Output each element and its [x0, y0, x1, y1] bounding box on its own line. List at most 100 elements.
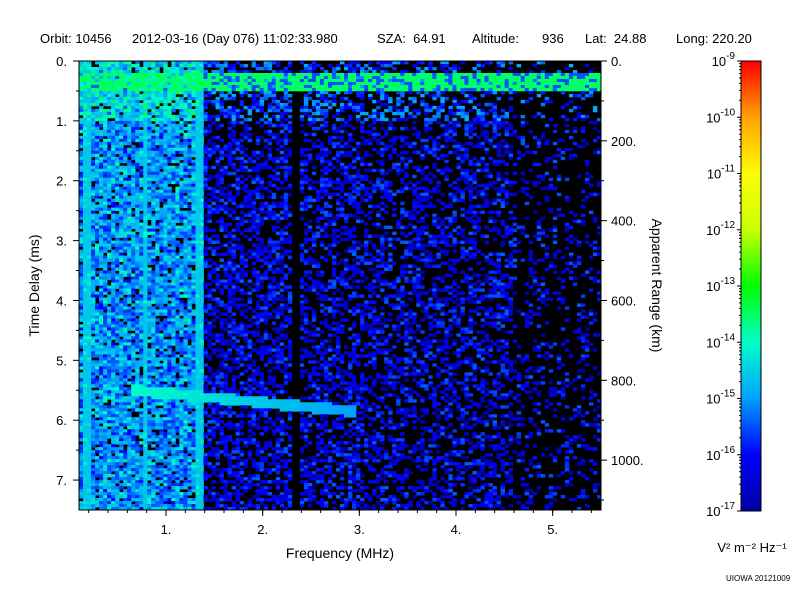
heatmap-cell: [107, 228, 112, 233]
heatmap-cell: [171, 261, 176, 265]
heatmap-cell: [175, 180, 180, 185]
heatmap-cell: [187, 261, 192, 265]
heatmap-cell: [83, 387, 88, 391]
heatmap-cell: [143, 387, 148, 391]
heatmap-cell: [143, 363, 148, 367]
heatmap-cell: [155, 336, 160, 340]
heatmap-cell: [215, 300, 220, 304]
heatmap-cell: [159, 408, 164, 412]
heatmap-cell: [151, 342, 156, 346]
heatmap-cell: [167, 216, 172, 221]
heatmap-cell: [119, 444, 124, 448]
heatmap-cell: [155, 402, 160, 406]
heatmap-cell: [199, 261, 204, 265]
heatmap-cell: [99, 285, 104, 289]
heatmap-cell: [147, 270, 152, 274]
heatmap-cell: [107, 468, 112, 472]
heatmap-cell: [87, 252, 92, 256]
heatmap-cell: [99, 93, 104, 98]
heatmap-cell: [215, 417, 220, 421]
heatmap-cell: [195, 201, 200, 206]
heatmap-cell: [79, 138, 84, 143]
heatmap-cell: [111, 396, 116, 400]
heatmap-cell: [227, 324, 232, 328]
heatmap-cell: [103, 237, 108, 241]
heatmap-cell: [231, 321, 236, 325]
heatmap-cell: [131, 114, 136, 119]
heatmap-cell: [179, 201, 184, 206]
heatmap-cell: [95, 342, 100, 346]
heatmap-cell: [175, 483, 180, 487]
heatmap-cell: [175, 204, 180, 209]
heatmap-cell: [191, 441, 196, 445]
heatmap-cell: [195, 363, 200, 367]
heatmap-cell: [111, 222, 116, 227]
heatmap-cell: [155, 285, 160, 289]
heatmap-cell: [131, 216, 136, 221]
heatmap-cell: [215, 309, 220, 313]
heatmap-cell: [111, 276, 116, 280]
heatmap-cell: [95, 336, 100, 340]
heatmap-cell: [115, 255, 120, 259]
heatmap-cell: [151, 258, 156, 262]
heatmap-cell: [199, 183, 204, 188]
heatmap-cell: [175, 276, 180, 280]
heatmap-cell: [139, 198, 144, 203]
heatmap-cell: [187, 90, 192, 95]
heatmap-cell: [147, 81, 152, 86]
heatmap-cell: [159, 90, 164, 95]
heatmap-cell: [159, 432, 164, 436]
heatmap-cell: [103, 108, 108, 113]
heatmap-cell: [83, 438, 88, 442]
heatmap-cell: [83, 285, 88, 289]
heatmap-cell: [147, 414, 152, 418]
heatmap-cell: [143, 288, 148, 292]
heatmap-cell: [163, 495, 168, 499]
heatmap-cell: [143, 333, 148, 337]
heatmap-cell: [199, 297, 204, 301]
heatmap-cell: [167, 195, 172, 200]
heatmap-cell: [187, 438, 192, 442]
heatmap-cell: [171, 459, 176, 463]
heatmap-cell: [175, 243, 180, 247]
heatmap-cell: [95, 246, 100, 250]
heatmap-cell: [175, 270, 180, 274]
heatmap-cell: [107, 93, 112, 98]
heatmap-cell: [87, 474, 92, 478]
heatmap-cell: [191, 147, 196, 152]
heatmap-cell: [123, 315, 128, 319]
heatmap-cell: [187, 153, 192, 158]
heatmap-cell: [131, 468, 136, 472]
heatmap-cell: [195, 198, 200, 203]
heatmap-cell: [167, 393, 172, 397]
heatmap-cell: [203, 264, 208, 268]
heatmap-cell: [83, 234, 88, 238]
heatmap-cell: [187, 447, 192, 451]
heatmap-cell: [83, 342, 88, 346]
heatmap-cell: [155, 174, 160, 179]
heatmap-cell: [135, 405, 140, 409]
heatmap-cell: [135, 348, 140, 352]
heatmap-cell: [123, 474, 128, 478]
heatmap-cell: [163, 138, 168, 143]
heatmap-cell: [87, 102, 92, 107]
heatmap-cell: [155, 198, 160, 203]
heatmap-cell: [103, 345, 108, 349]
heatmap-cell: [155, 441, 160, 445]
heatmap-cell: [187, 81, 192, 86]
heatmap-cell: [163, 324, 168, 328]
heatmap-cell: [147, 156, 152, 161]
heatmap-cell: [115, 417, 120, 421]
heatmap-cell: [195, 366, 200, 370]
heatmap-cell: [175, 342, 180, 346]
heatmap-cell: [207, 165, 212, 170]
heatmap-cell: [79, 381, 84, 385]
heatmap-cell: [231, 297, 236, 301]
heatmap-cell: [155, 63, 160, 68]
heatmap-cell: [191, 474, 196, 478]
heatmap-cell: [175, 321, 180, 325]
heatmap-cell: [171, 117, 176, 122]
heatmap-cell: [95, 471, 100, 475]
heatmap-cell: [203, 393, 208, 397]
heatmap-cell: [183, 408, 188, 412]
